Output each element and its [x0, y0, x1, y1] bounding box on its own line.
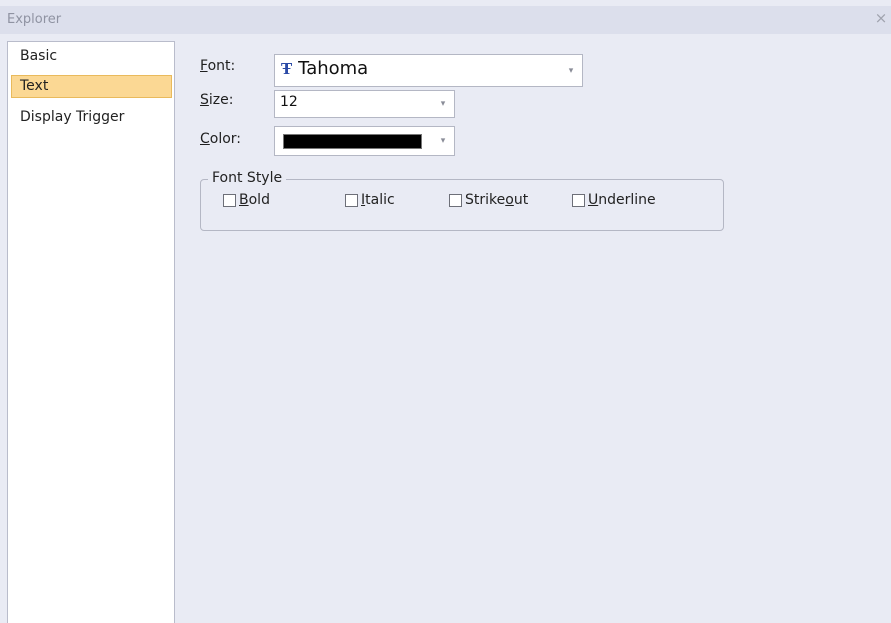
font-label-text: ont: [207, 58, 236, 74]
italic-checkbox[interactable]: Italic [345, 192, 395, 208]
size-dropdown[interactable]: 12 ▾ [274, 90, 455, 118]
nav-item-basic[interactable]: Basic [11, 45, 172, 68]
category-list: Basic Text Display Trigger [7, 41, 175, 623]
option-text: ut [513, 192, 529, 208]
color-picker[interactable]: ▾ [274, 126, 455, 156]
color-label-mnemonic: C [200, 131, 210, 147]
font-style-legend: Font Style [208, 170, 287, 186]
size-label-text: ize: [208, 92, 234, 108]
checkbox-box[interactable] [449, 193, 462, 207]
color-label: Color: [200, 131, 241, 147]
font-label-mnemonic: F [200, 58, 208, 74]
option-text: old [248, 192, 270, 208]
title-bar: Explorer × [0, 6, 891, 34]
option-text: talic [365, 192, 395, 208]
size-label: Size: [200, 92, 233, 108]
chevron-down-icon[interactable]: ▾ [432, 127, 454, 155]
font-label: Font: [200, 58, 235, 74]
option-text: Strike [465, 192, 506, 208]
underline-checkbox[interactable]: Underline [572, 192, 656, 208]
close-icon[interactable]: × [873, 8, 889, 28]
nav-item-text[interactable]: Text [11, 75, 172, 98]
font-value: Ŧ Tahoma [281, 58, 368, 79]
strikeout-checkbox[interactable]: Strike o ut [449, 192, 528, 208]
checkbox-box[interactable] [345, 193, 358, 207]
nav-item-display-trigger[interactable]: Display Trigger [11, 106, 172, 129]
size-label-mnemonic: S [200, 92, 209, 108]
size-value: 12 [280, 94, 298, 110]
option-mnemonic: B [239, 192, 249, 208]
checkbox-box[interactable] [223, 193, 236, 207]
option-text: nderline [598, 192, 656, 208]
checkbox-box[interactable] [572, 193, 585, 207]
font-type-icon: Ŧ [281, 60, 293, 78]
font-dropdown[interactable]: Ŧ Tahoma ▾ [274, 54, 583, 87]
window-title: Explorer [7, 12, 62, 27]
color-label-text: olor: [209, 131, 242, 147]
font-name: Tahoma [298, 58, 369, 79]
chevron-down-icon[interactable]: ▾ [560, 55, 582, 86]
option-mnemonic: o [505, 192, 514, 208]
option-mnemonic: U [588, 192, 599, 208]
bold-checkbox[interactable]: Bold [223, 192, 270, 208]
color-swatch [283, 134, 422, 149]
chevron-down-icon[interactable]: ▾ [432, 91, 454, 117]
text-properties-panel: Font: Ŧ Tahoma ▾ Size: 12 ▾ Color: ▾ Font… [176, 41, 891, 623]
